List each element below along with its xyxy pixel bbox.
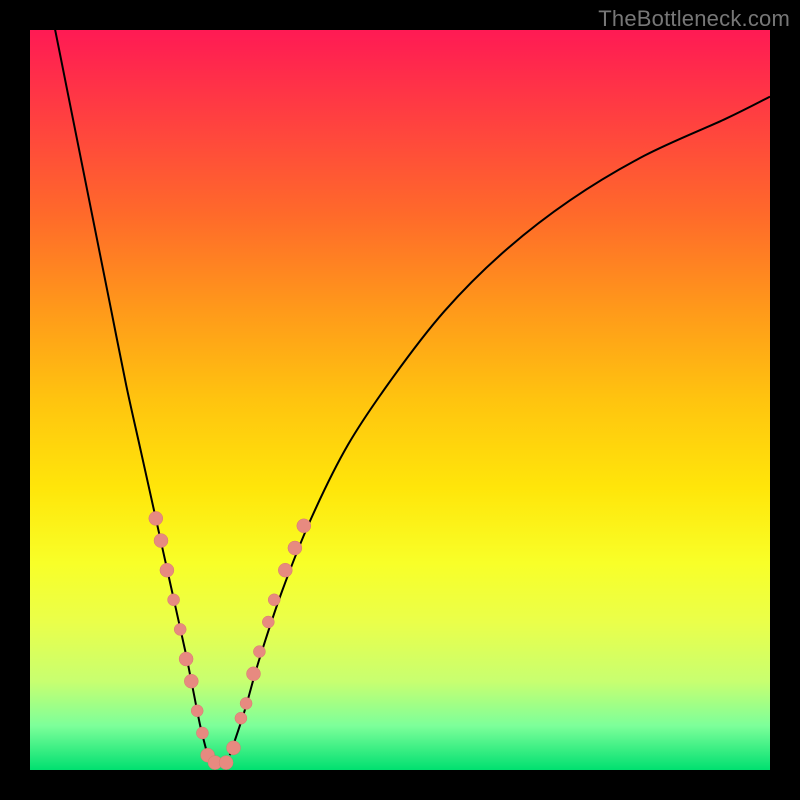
data-marker: [235, 712, 247, 724]
series-left-branch: [52, 30, 207, 755]
data-marker: [268, 594, 280, 606]
data-marker: [219, 756, 233, 770]
data-marker: [240, 697, 252, 709]
data-marker: [297, 519, 311, 533]
data-marker: [278, 563, 292, 577]
data-marker: [191, 705, 203, 717]
data-marker: [174, 623, 186, 635]
data-marker: [262, 616, 274, 628]
data-marker: [196, 727, 208, 739]
data-marker: [149, 511, 163, 525]
data-marker: [253, 646, 265, 658]
data-marker: [227, 741, 241, 755]
data-marker: [154, 534, 168, 548]
curve-group: [52, 30, 770, 755]
data-marker: [247, 667, 261, 681]
data-marker: [184, 674, 198, 688]
watermark-text: TheBottleneck.com: [598, 6, 790, 32]
series-right-branch: [230, 97, 770, 756]
plot-area: [30, 30, 770, 770]
data-marker: [288, 541, 302, 555]
data-marker: [179, 652, 193, 666]
chart-frame: TheBottleneck.com: [0, 0, 800, 800]
chart-svg: [30, 30, 770, 770]
data-marker: [160, 563, 174, 577]
marker-group: [149, 511, 311, 769]
data-marker: [168, 594, 180, 606]
